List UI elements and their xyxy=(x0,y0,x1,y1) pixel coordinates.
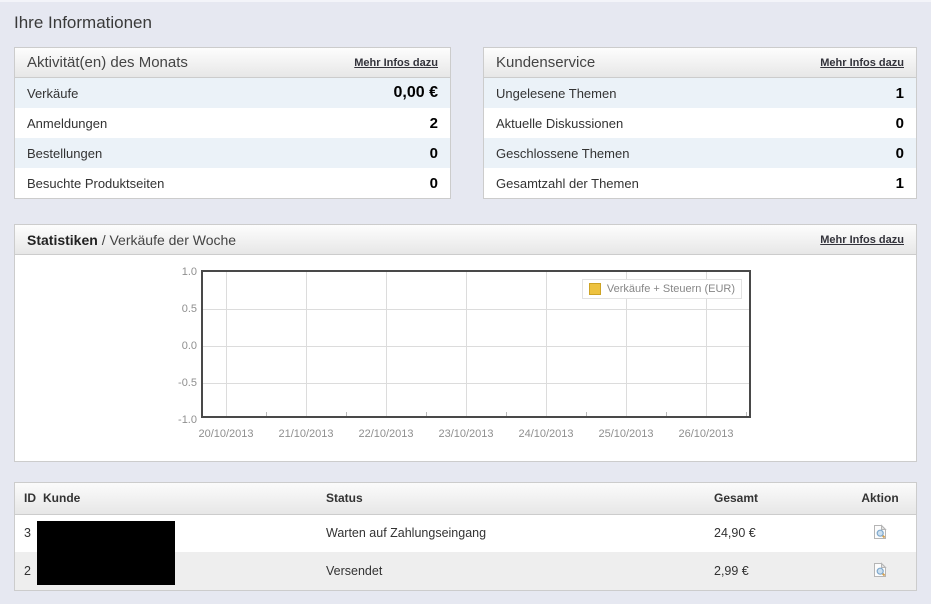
customer-service-panel: Kundenservice Mehr Infos dazu Ungelesene… xyxy=(483,47,917,199)
chart-minor-tick xyxy=(266,412,267,416)
row-value: 0 xyxy=(895,114,904,132)
order-action-cell xyxy=(844,552,916,590)
x-axis-tick: 25/10/2013 xyxy=(598,428,654,440)
chart-gridline-vertical xyxy=(386,272,387,416)
activity-row-registrations: Anmeldungen 2 xyxy=(15,108,450,138)
row-value: 2 xyxy=(429,114,438,132)
chart-gridline-vertical xyxy=(546,272,547,416)
chart-minor-tick xyxy=(506,412,507,416)
view-order-details-button[interactable] xyxy=(872,561,888,578)
chart-minor-tick xyxy=(666,412,667,416)
x-axis-tick: 22/10/2013 xyxy=(358,428,414,440)
row-value: 0 xyxy=(429,144,438,162)
row-label: Gesamtzahl der Themen xyxy=(496,175,639,191)
activity-row-sales: Verkäufe 0,00 € xyxy=(15,78,450,108)
x-axis-tick: 23/10/2013 xyxy=(438,428,494,440)
row-value: 0 xyxy=(429,174,438,192)
chart-minor-tick xyxy=(346,412,347,416)
order-status-cell: Versendet xyxy=(326,564,383,578)
chart-minor-tick xyxy=(426,412,427,416)
statistics-panel-header: Statistiken / Verkäufe der Woche Mehr In… xyxy=(15,225,916,255)
column-header-kunde: Kunde xyxy=(43,483,326,515)
view-order-details-button[interactable] xyxy=(872,524,888,540)
order-total-cell: 24,90 € xyxy=(714,526,756,541)
recent-orders-panel: ID Kunde Status Gesamt Aktion 3 Warten a… xyxy=(14,482,917,591)
y-axis-tick: -0.5 xyxy=(178,377,197,389)
chart-legend: Verkäufe + Steuern (EUR) xyxy=(581,279,742,299)
chart-gridline-vertical xyxy=(226,272,227,416)
column-header-id: ID xyxy=(15,483,43,515)
activity-panel-header: Aktivität(en) des Monats Mehr Infos dazu xyxy=(15,48,450,78)
chart-gridline-vertical xyxy=(466,272,467,416)
row-label: Geschlossene Themen xyxy=(496,145,630,161)
x-axis-tick: 26/10/2013 xyxy=(678,428,734,440)
activity-row-orders: Bestellungen 0 xyxy=(15,138,450,168)
sales-chart: 1.0 0.5 0.0 -0.5 -1.0 20/10/2013 21/10/2… xyxy=(15,255,916,461)
row-label: Aktuelle Diskussionen xyxy=(496,115,624,131)
row-value: 1 xyxy=(895,174,904,192)
service-row-unread: Ungelesene Themen 1 xyxy=(484,78,916,108)
activity-panel-title: Aktivität(en) des Monats xyxy=(27,54,188,71)
order-action-cell xyxy=(844,514,916,552)
row-value: 0 xyxy=(895,144,904,162)
activity-more-info-link[interactable]: Mehr Infos dazu xyxy=(354,57,438,69)
order-status-cell: Warten auf Zahlungseingang xyxy=(326,526,487,541)
x-axis-tick: 21/10/2013 xyxy=(278,428,334,440)
chart-gridline-vertical xyxy=(306,272,307,416)
document-magnifier-icon xyxy=(874,524,887,539)
service-row-current-discussions: Aktuelle Diskussionen 0 xyxy=(484,108,916,138)
row-label: Besuchte Produktseiten xyxy=(27,175,165,191)
redacted-customer-name-overlay xyxy=(37,521,175,585)
legend-series-label: Verkäufe + Steuern (EUR) xyxy=(606,283,735,295)
column-header-gesamt: Gesamt xyxy=(714,483,844,515)
column-header-aktion: Aktion xyxy=(844,483,916,515)
customer-service-panel-header: Kundenservice Mehr Infos dazu xyxy=(484,48,916,78)
y-axis-tick: 0.5 xyxy=(181,303,197,315)
service-row-total-threads: Gesamtzahl der Themen 1 xyxy=(484,168,916,198)
statistics-panel: Statistiken / Verkäufe der Woche Mehr In… xyxy=(14,224,917,462)
statistics-title-bold: Statistiken xyxy=(27,231,98,248)
chart-gridline-horizontal xyxy=(203,309,749,310)
legend-color-swatch xyxy=(588,283,601,295)
x-axis-tick: 20/10/2013 xyxy=(198,428,254,440)
statistics-title-subtitle: / Verkäufe der Woche xyxy=(101,231,237,248)
document-magnifier-icon xyxy=(874,561,887,577)
row-label: Bestellungen xyxy=(27,145,103,161)
row-label: Ungelesene Themen xyxy=(496,85,617,101)
statistics-more-info-link[interactable]: Mehr Infos dazu xyxy=(820,234,904,246)
chart-gridline-horizontal xyxy=(203,346,749,347)
row-label: Anmeldungen xyxy=(27,115,108,131)
chart-gridline-horizontal xyxy=(203,383,749,384)
column-header-status: Status xyxy=(326,483,714,515)
row-value: 1 xyxy=(895,84,904,102)
y-axis-tick: 1.0 xyxy=(181,266,197,278)
chart-minor-tick xyxy=(746,412,747,416)
service-row-closed: Geschlossene Themen 0 xyxy=(484,138,916,168)
orders-table-header-row: ID Kunde Status Gesamt Aktion xyxy=(15,483,916,515)
customer-service-panel-title: Kundenservice xyxy=(496,54,596,71)
chart-minor-tick xyxy=(586,412,587,416)
page-title: Ihre Informationen xyxy=(14,13,152,32)
row-label: Verkäufe xyxy=(27,85,79,101)
chart-plot-area: 1.0 0.5 0.0 -0.5 -1.0 20/10/2013 21/10/2… xyxy=(178,266,751,440)
y-axis-tick: -1.0 xyxy=(178,414,197,426)
activity-panel: Aktivität(en) des Monats Mehr Infos dazu… xyxy=(14,47,451,199)
y-axis-tick: 0.0 xyxy=(181,340,197,352)
dashboard-page: Ihre Informationen Aktivität(en) des Mon… xyxy=(0,0,931,604)
x-axis-tick: 24/10/2013 xyxy=(518,428,574,440)
row-value: 0,00 € xyxy=(393,84,438,101)
statistics-panel-title: Statistiken / Verkäufe der Woche xyxy=(27,232,236,248)
activity-row-product-pages: Besuchte Produktseiten 0 xyxy=(15,168,450,198)
order-total-cell: 2,99 € xyxy=(714,564,749,578)
customer-service-more-info-link[interactable]: Mehr Infos dazu xyxy=(820,57,904,69)
